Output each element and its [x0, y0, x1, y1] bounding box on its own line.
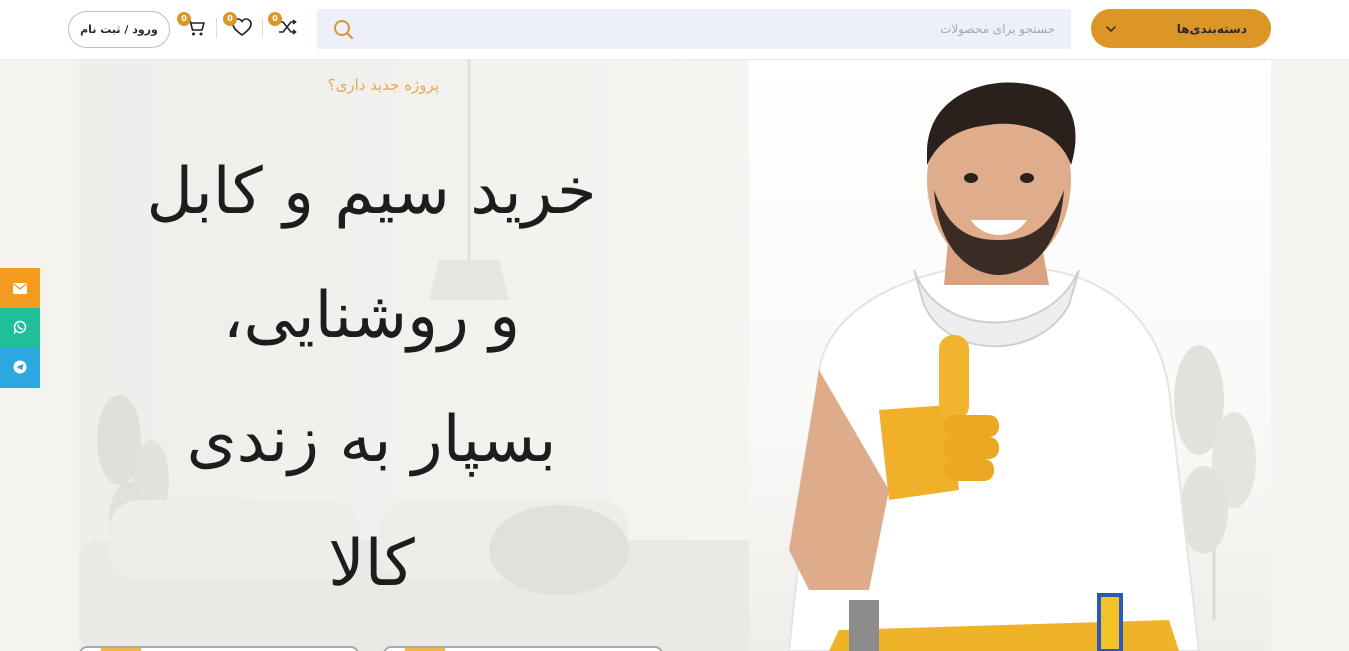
wishlist-button[interactable]: 0 [223, 12, 255, 42]
chevron-down-icon [1105, 23, 1117, 35]
hero-banner: پروژه جدید داری؟ خرید سیم و کابل و روشنا… [79, 60, 1271, 651]
wishlist-count-badge: 0 [223, 12, 237, 26]
search-input[interactable] [377, 9, 1057, 49]
headline-line: بسپار به زندی [186, 403, 557, 477]
categories-label: دسته‌بندی‌ها [1176, 21, 1247, 36]
login-register-button[interactable]: ورود / ثبت نام [68, 11, 170, 48]
divider [262, 18, 263, 38]
telegram-icon [13, 359, 27, 378]
cart-button[interactable]: 0 [177, 12, 209, 42]
compare-button[interactable]: 0 [268, 12, 300, 42]
search-bar [317, 9, 1071, 49]
product-card[interactable] [79, 646, 359, 651]
categories-button[interactable]: دسته‌بندی‌ها [1091, 9, 1271, 48]
divider [216, 18, 217, 38]
whatsapp-icon [13, 319, 27, 338]
product-card[interactable] [383, 646, 663, 651]
headline-line: و روشنایی، [222, 279, 521, 353]
search-icon[interactable] [332, 18, 354, 40]
site-header: دسته‌بندی‌ها 0 0 0 ورود / ثبت نام [0, 0, 1349, 60]
hero-headline: خرید سیم و کابل و روشنایی، بسپار به زندی… [79, 130, 664, 626]
envelope-icon [13, 279, 27, 298]
headline-line: کالا [328, 527, 415, 601]
worker-thumbs-up-illustration [787, 82, 1201, 651]
email-contact-button[interactable] [0, 268, 40, 308]
headline-line: خرید سیم و کابل [146, 155, 597, 229]
whatsapp-contact-button[interactable] [0, 308, 40, 348]
hero-eyebrow: پروژه جدید داری؟ [327, 76, 439, 94]
telegram-contact-button[interactable] [0, 348, 40, 388]
cart-count-badge: 0 [177, 12, 191, 26]
compare-count-badge: 0 [268, 12, 282, 26]
